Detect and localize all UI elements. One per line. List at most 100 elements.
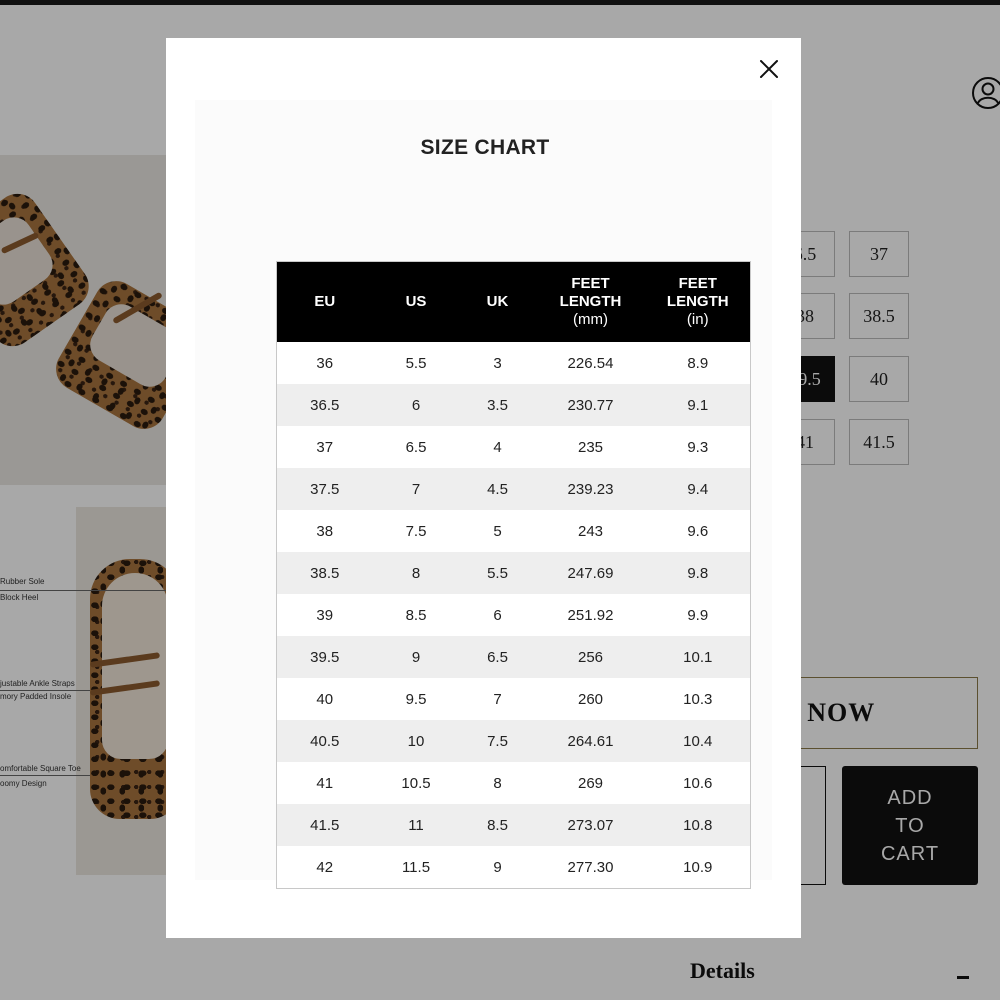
cell-us: 7 — [372, 468, 460, 510]
header-line: FEET — [678, 275, 717, 292]
header-unit: (in) — [686, 311, 709, 328]
cell-eu: 39.5 — [276, 636, 373, 678]
table-row: 37 6.5 4 235 9.3 — [276, 426, 751, 468]
cell-in: 9.8 — [645, 552, 751, 594]
cell-mm: 251.92 — [535, 594, 646, 636]
cell-mm: 226.54 — [535, 342, 646, 384]
cell-uk: 6 — [459, 594, 536, 636]
top-bar — [0, 0, 1000, 5]
close-icon[interactable] — [758, 58, 780, 80]
cell-eu: 40 — [276, 678, 373, 720]
cell-eu: 38.5 — [276, 552, 373, 594]
cell-mm: 256 — [535, 636, 646, 678]
cell-in: 10.1 — [645, 636, 751, 678]
column-header-us: US — [372, 261, 460, 342]
cell-eu: 40.5 — [276, 720, 373, 762]
table-row: 42 11.5 9 277.30 10.9 — [276, 846, 751, 889]
cell-mm: 264.61 — [535, 720, 646, 762]
column-header-eu: EU — [276, 261, 373, 342]
size-chart-table: EU US UK FEET LENGTH (mm) FEET LENGTH (i… — [276, 261, 751, 889]
table-header-row: EU US UK FEET LENGTH (mm) FEET LENGTH (i… — [276, 261, 751, 342]
cell-us: 6 — [372, 384, 460, 426]
table-row: 36 5.5 3 226.54 8.9 — [276, 342, 751, 384]
column-header-uk: UK — [459, 261, 536, 342]
cell-in: 10.9 — [645, 846, 751, 889]
table-row: 41 10.5 8 269 10.6 — [276, 762, 751, 804]
table-row: 40 9.5 7 260 10.3 — [276, 678, 751, 720]
cell-eu: 36 — [276, 342, 373, 384]
cell-uk: 7.5 — [459, 720, 536, 762]
cell-in: 9.3 — [645, 426, 751, 468]
table-row: 37.5 7 4.5 239.23 9.4 — [276, 468, 751, 510]
table-row: 39.5 9 6.5 256 10.1 — [276, 636, 751, 678]
cell-us: 6.5 — [372, 426, 460, 468]
cell-in: 9.9 — [645, 594, 751, 636]
header-unit: (mm) — [573, 311, 608, 328]
cell-mm: 277.30 — [535, 846, 646, 889]
cell-in: 10.4 — [645, 720, 751, 762]
table-row: 36.5 6 3.5 230.77 9.1 — [276, 384, 751, 426]
cell-uk: 4.5 — [459, 468, 536, 510]
cell-mm: 239.23 — [535, 468, 646, 510]
cell-uk: 7 — [459, 678, 536, 720]
cell-in: 9.6 — [645, 510, 751, 552]
cell-us: 5.5 — [372, 342, 460, 384]
table-row: 38 7.5 5 243 9.6 — [276, 510, 751, 552]
cell-mm: 273.07 — [535, 804, 646, 846]
cell-us: 7.5 — [372, 510, 460, 552]
table-row: 39 8.5 6 251.92 9.9 — [276, 594, 751, 636]
cell-mm: 247.69 — [535, 552, 646, 594]
cell-in: 9.1 — [645, 384, 751, 426]
cell-us: 10.5 — [372, 762, 460, 804]
cell-in: 9.4 — [645, 468, 751, 510]
cell-in: 10.6 — [645, 762, 751, 804]
cell-in: 10.3 — [645, 678, 751, 720]
cell-eu: 37.5 — [276, 468, 373, 510]
cell-uk: 9 — [459, 846, 536, 889]
cell-eu: 41 — [276, 762, 373, 804]
cell-uk: 6.5 — [459, 636, 536, 678]
table-row: 41.5 11 8.5 273.07 10.8 — [276, 804, 751, 846]
cell-uk: 8.5 — [459, 804, 536, 846]
cell-us: 11.5 — [372, 846, 460, 889]
size-chart-title: SIZE CHART — [420, 136, 550, 159]
cell-us: 8.5 — [372, 594, 460, 636]
cell-us: 10 — [372, 720, 460, 762]
cell-us: 9 — [372, 636, 460, 678]
cell-eu: 37 — [276, 426, 373, 468]
column-header-feet-length-in: FEET LENGTH (in) — [645, 261, 751, 342]
cell-in: 8.9 — [645, 342, 751, 384]
header-line: LENGTH — [666, 293, 729, 310]
cell-mm: 260 — [535, 678, 646, 720]
cell-eu: 38 — [276, 510, 373, 552]
cell-us: 8 — [372, 552, 460, 594]
table-row: 40.5 10 7.5 264.61 10.4 — [276, 720, 751, 762]
cell-eu: 41.5 — [276, 804, 373, 846]
cell-uk: 4 — [459, 426, 536, 468]
header-line: FEET — [571, 275, 610, 292]
cell-us: 11 — [372, 804, 460, 846]
cell-uk: 5 — [459, 510, 536, 552]
size-chart-modal: SIZE CHART EU US UK FEET LENGTH (mm) FEE… — [166, 38, 801, 938]
cell-eu: 39 — [276, 594, 373, 636]
header-line: US — [405, 293, 427, 310]
cell-us: 9.5 — [372, 678, 460, 720]
cell-uk: 5.5 — [459, 552, 536, 594]
cell-uk: 8 — [459, 762, 536, 804]
cell-mm: 230.77 — [535, 384, 646, 426]
cell-mm: 243 — [535, 510, 646, 552]
size-chart-image: SIZE CHART EU US UK FEET LENGTH (mm) FEE… — [195, 100, 772, 889]
header-line: UK — [486, 293, 509, 310]
cell-in: 10.8 — [645, 804, 751, 846]
cell-uk: 3.5 — [459, 384, 536, 426]
cell-eu: 36.5 — [276, 384, 373, 426]
cell-mm: 269 — [535, 762, 646, 804]
cell-eu: 42 — [276, 846, 373, 889]
size-chart-body: 36 5.5 3 226.54 8.9 36.5 6 3.5 230.77 9.1 37 6.5 4 23… — [276, 342, 751, 889]
table-row: 38.5 8 5.5 247.69 9.8 — [276, 552, 751, 594]
column-header-feet-length-mm: FEET LENGTH (mm) — [535, 261, 646, 342]
header-line: EU — [314, 293, 336, 310]
cell-mm: 235 — [535, 426, 646, 468]
header-line: LENGTH — [559, 293, 622, 310]
cell-uk: 3 — [459, 342, 536, 384]
